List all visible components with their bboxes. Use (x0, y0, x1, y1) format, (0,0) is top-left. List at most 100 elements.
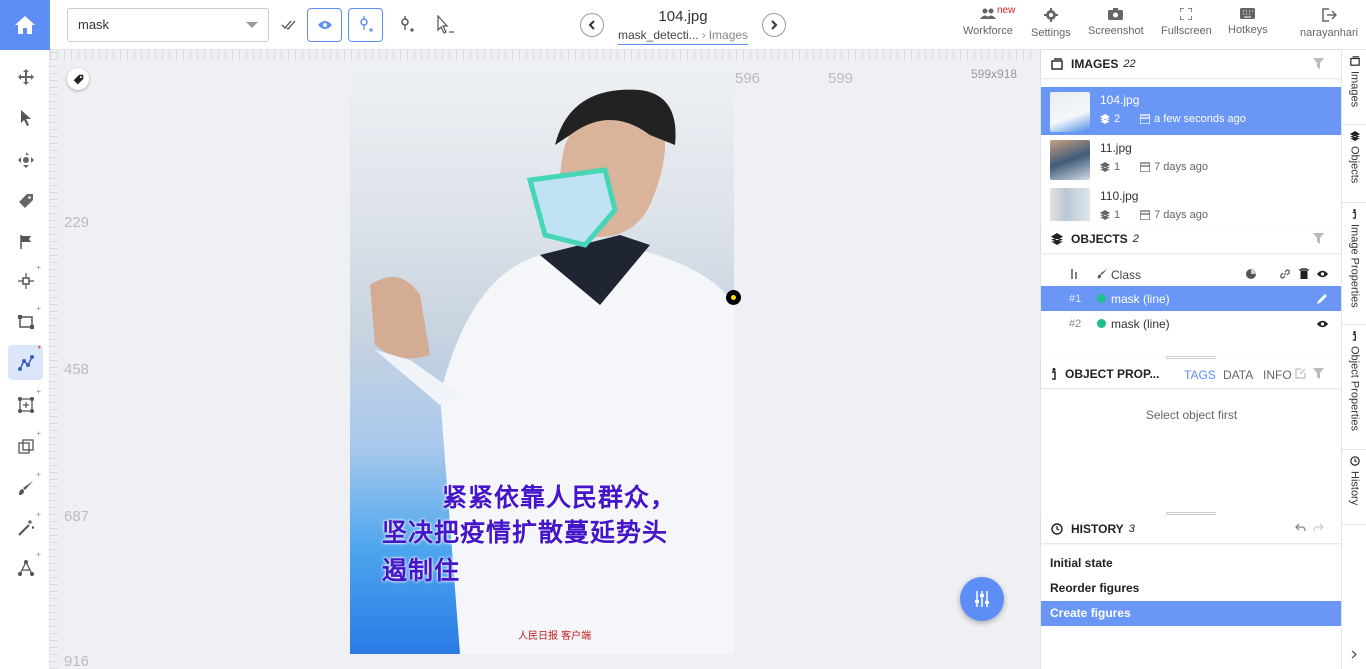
eye-icon[interactable] (1316, 320, 1329, 328)
chevron-right-icon[interactable] (1351, 650, 1357, 659)
tab-data[interactable]: DATA (1223, 368, 1253, 382)
point-mode-button[interactable] (348, 8, 383, 42)
eye-icon[interactable] (1316, 270, 1329, 278)
class-select[interactable]: mask (67, 8, 269, 42)
screenshot-button[interactable]: Screenshot (1088, 8, 1144, 37)
skeleton-tool[interactable]: + (8, 550, 43, 585)
objects-table-header: Class (1041, 264, 1342, 286)
cursor-minus-button[interactable] (427, 8, 462, 42)
ruler-number: 458 (64, 361, 90, 378)
object-row[interactable]: #2 mask (line) (1041, 311, 1342, 336)
filter-icon[interactable] (1313, 368, 1324, 379)
select-tool[interactable] (8, 100, 43, 135)
history-item[interactable]: Initial state (1041, 551, 1342, 576)
filter-icon[interactable] (1313, 233, 1324, 244)
image-meta: 2 a few seconds ago (1100, 113, 1246, 125)
tab-tags[interactable]: TAGS (1184, 368, 1216, 382)
home-button[interactable] (0, 0, 50, 50)
annotation-canvas[interactable]: 596 599 229 458 687 916 599x918 紧紧依靠人民群众… (50, 50, 1036, 669)
double-check-icon (280, 20, 296, 31)
external-edit-icon[interactable] (1295, 368, 1306, 379)
class-column-header[interactable]: Class (1111, 268, 1141, 282)
flag-tool[interactable] (8, 224, 43, 259)
image-filename: 104.jpg (658, 8, 708, 25)
hotkeys-button[interactable]: Hotkeys (1228, 8, 1268, 36)
gear-icon (1043, 8, 1058, 22)
object-props-title: OBJECT PROP... (1065, 367, 1160, 381)
image-thumbnail (1050, 140, 1090, 180)
workforce-button[interactable]: Workforce (963, 8, 1013, 37)
brush-tool[interactable]: + (8, 470, 43, 505)
active-star-mark: * (37, 344, 41, 354)
side-tab-objects[interactable]: Objects (1342, 125, 1366, 203)
layers-icon (1349, 131, 1360, 141)
ruler-number: 687 (64, 508, 90, 525)
tag-tool[interactable] (8, 183, 43, 218)
link-icon[interactable] (1280, 269, 1290, 279)
screenshot-label: Screenshot (1088, 25, 1144, 37)
magic-wand-tool[interactable]: + (8, 510, 43, 545)
polyline-vertex-handle[interactable] (726, 290, 741, 305)
cuboid-tool[interactable]: + (8, 429, 43, 464)
cuboid-icon (17, 438, 34, 454)
breadcrumb-project[interactable]: mask_detecti... (618, 28, 699, 42)
object-number: #1 (1069, 292, 1082, 305)
image-object-count: 1 (1114, 161, 1121, 173)
rectangle-tool[interactable]: + (8, 304, 43, 339)
poster-image[interactable]: 紧紧依靠人民群众， 坚决把疫情扩散蔓延势头 遏制住 人民日报 客户端 (350, 65, 734, 654)
side-tab-image-properties[interactable]: Image Properties (1342, 203, 1366, 325)
history-panel-header: HISTORY 3 (1041, 515, 1342, 543)
image-list-item[interactable]: 104.jpg 2 a few seconds ago (1041, 87, 1342, 135)
undo-icon[interactable] (1295, 523, 1306, 532)
pan-tool[interactable] (8, 59, 43, 94)
history-item[interactable]: Reorder figures (1041, 576, 1342, 601)
history-item[interactable]: Create figures (1041, 601, 1342, 626)
side-tab-label: Object Properties (1348, 346, 1361, 431)
image-list-item[interactable]: 11.jpg 1 7 days ago (1041, 135, 1342, 183)
workforce-icon (979, 8, 996, 19)
sort-icon[interactable] (1070, 269, 1078, 279)
point-tool[interactable]: + (8, 263, 43, 298)
fullscreen-button[interactable]: Fullscreen (1161, 8, 1212, 37)
breadcrumb-images[interactable]: Images (709, 28, 748, 42)
tab-info[interactable]: INFO (1263, 368, 1292, 382)
home-icon (15, 16, 35, 34)
add-point-button[interactable] (389, 8, 424, 42)
image-list-item[interactable]: 110.jpg 1 7 days ago (1041, 183, 1342, 221)
tag-button[interactable] (67, 68, 89, 90)
move-arrows-icon (17, 68, 34, 85)
filter-icon[interactable] (1313, 58, 1324, 69)
side-tab-object-properties[interactable]: Object Properties (1342, 325, 1366, 450)
history-icon (1349, 456, 1360, 466)
poster-text-line3: 遏制住 (382, 556, 461, 585)
class-select-value: mask (78, 17, 110, 32)
plus-mark: + (36, 429, 41, 438)
object-row[interactable]: #1 mask (line) (1041, 286, 1342, 311)
left-ruler (50, 50, 58, 669)
image-time: 7 days ago (1154, 161, 1208, 173)
plus-mark: + (36, 470, 41, 479)
polygon-tool[interactable]: + (8, 387, 43, 422)
drag-tool[interactable] (8, 142, 43, 177)
next-image-button[interactable] (762, 13, 786, 37)
polyline-tool[interactable]: * (8, 344, 43, 380)
pie-chart-icon[interactable] (1246, 269, 1256, 279)
trash-icon[interactable] (1299, 268, 1309, 279)
images-count: 22 (1123, 58, 1136, 70)
info-icon (1352, 331, 1356, 341)
resize-handle[interactable] (1166, 356, 1216, 359)
side-tab-images[interactable]: Images (1342, 50, 1366, 125)
check-all-button[interactable] (271, 8, 306, 42)
adjust-settings-button[interactable] (960, 577, 1004, 621)
top-toolbar: mask 104.jpg mask_detecti... › Images new … (0, 0, 1366, 50)
visibility-toggle-button[interactable] (307, 8, 342, 42)
top-ruler (50, 50, 1036, 60)
side-tab-history[interactable]: History (1342, 450, 1366, 525)
workforce-label: Workforce (963, 25, 1013, 37)
edit-pencil-icon[interactable] (1317, 293, 1328, 304)
redo-icon[interactable] (1313, 523, 1324, 532)
plus-mark: + (36, 510, 41, 519)
brush-icon (1097, 268, 1108, 279)
logout-button[interactable]: narayanhari (1300, 8, 1358, 39)
settings-button[interactable]: Settings (1031, 8, 1071, 39)
